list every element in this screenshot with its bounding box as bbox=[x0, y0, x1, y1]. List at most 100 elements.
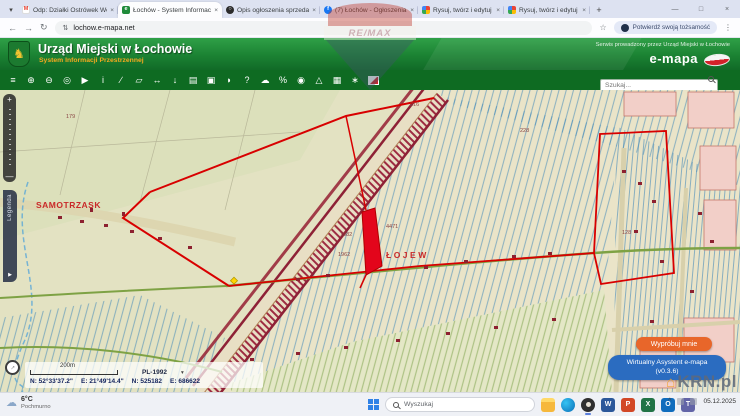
taskbar-date[interactable]: 05.12.2025 bbox=[703, 398, 736, 405]
address-bar: ← → ↻ ⇅ lochow.e-mapa.net ☆ Potwierdź sw… bbox=[0, 18, 740, 38]
close-icon[interactable]: × bbox=[410, 7, 414, 14]
parcel-label: 179 bbox=[66, 114, 75, 120]
composition-icon[interactable]: ▦ bbox=[328, 70, 346, 90]
cloud-icon[interactable]: ☁ bbox=[256, 70, 274, 90]
search-parcel-icon[interactable]: ◉ bbox=[292, 70, 310, 90]
volume-icon[interactable] bbox=[690, 398, 698, 405]
word-icon[interactable]: W bbox=[601, 397, 615, 412]
close-icon[interactable]: × bbox=[312, 7, 316, 14]
powerpoint-icon[interactable]: P bbox=[621, 397, 635, 412]
download-icon[interactable]: ↓ bbox=[166, 70, 184, 90]
tab-title: Łochów - System Informac... bbox=[133, 6, 212, 14]
measure-line-icon[interactable]: ∕ bbox=[112, 70, 130, 90]
compass-button[interactable]: → bbox=[5, 360, 20, 375]
tab-drawings-2[interactable]: Rysuj, twórz i edytuj w ap... × bbox=[504, 2, 590, 18]
edge-icon[interactable] bbox=[561, 397, 575, 412]
tab-facebook[interactable]: f (7) Łochów - Ogłoszenia... × bbox=[320, 2, 418, 18]
chevron-down-icon: ▾ bbox=[180, 370, 184, 376]
parcel-label: 4471 bbox=[386, 224, 398, 230]
forward-icon[interactable]: → bbox=[24, 23, 33, 33]
help-icon[interactable]: ? bbox=[238, 70, 256, 90]
village-label-lojew: ŁOJEW bbox=[386, 250, 429, 260]
crs-label: PL-1992 bbox=[142, 369, 167, 376]
tab-listing[interactable]: ○ Opis ogłoszenia sprzedaży × bbox=[222, 2, 320, 18]
panels-icon[interactable]: ▣ bbox=[202, 70, 220, 90]
alert-icon[interactable]: △ bbox=[310, 70, 328, 90]
weather-widget[interactable]: ☁ 6°C Pochmurno bbox=[6, 396, 51, 410]
close-window-button[interactable]: × bbox=[714, 6, 740, 13]
map-search bbox=[600, 74, 718, 92]
parcel-label: 1982 bbox=[340, 232, 352, 238]
maximize-button[interactable]: □ bbox=[688, 6, 714, 13]
zoom-out-icon[interactable]: ⊖ bbox=[40, 70, 58, 90]
crs-selector[interactable]: PL-1992 ▾ bbox=[142, 369, 184, 376]
tab-search-chevron-icon[interactable]: ▾ bbox=[4, 3, 18, 17]
legend-panel-label: Legenda bbox=[7, 194, 13, 221]
zoom-slider[interactable]: + — bbox=[3, 94, 16, 182]
browser-menu-icon[interactable]: ⋮ bbox=[724, 23, 732, 32]
full-extent-icon[interactable]: ◎ bbox=[58, 70, 76, 90]
print-icon[interactable]: ▤ bbox=[184, 70, 202, 90]
measure-area-icon[interactable]: ▱ bbox=[130, 70, 148, 90]
reload-icon[interactable]: ↻ bbox=[40, 22, 48, 33]
browser-app-icon[interactable] bbox=[581, 397, 595, 415]
drawings-icon bbox=[508, 6, 516, 14]
close-icon[interactable]: × bbox=[110, 7, 114, 14]
tab-emapa[interactable]: e Łochów - System Informac... × bbox=[118, 2, 222, 18]
tray-chevron-icon[interactable]: ^ bbox=[668, 398, 671, 405]
site-settings-icon[interactable]: ⇅ bbox=[63, 24, 69, 32]
share-icon[interactable]: ∗ bbox=[346, 70, 364, 90]
map-canvas[interactable]: SAMOTRZASK ŁOJEW 179 216 228 4471 1962 1… bbox=[0, 90, 740, 392]
close-icon[interactable]: × bbox=[582, 7, 586, 14]
zoom-in-control[interactable]: + bbox=[3, 95, 16, 104]
browser-tab-strip: ▾ M Odp: Działki Ostrówek Wo... × e Łoch… bbox=[0, 0, 740, 18]
parcel-label: 216 bbox=[410, 102, 419, 108]
emapa-brand: e-mapa bbox=[649, 51, 698, 66]
percent-icon[interactable]: % bbox=[274, 70, 292, 90]
tab-drawings-1[interactable]: Rysuj, twórz i edytuj w ap... × bbox=[418, 2, 504, 18]
start-button[interactable] bbox=[368, 399, 379, 410]
file-explorer-icon[interactable] bbox=[541, 397, 555, 412]
tab-title: Rysuj, twórz i edytuj w ap... bbox=[433, 6, 493, 14]
identity-confirm-button[interactable]: Potwierdź swoją tożsamość bbox=[613, 21, 717, 34]
url-field[interactable]: ⇅ lochow.e-mapa.net bbox=[54, 20, 593, 35]
comment-icon[interactable]: ◗ bbox=[220, 70, 238, 90]
back-icon[interactable]: ← bbox=[8, 23, 17, 33]
tab-gmail[interactable]: M Odp: Działki Ostrówek Wo... × bbox=[18, 2, 118, 18]
service-note: Serwis prowadzony przez Urząd Miejski w … bbox=[595, 42, 730, 48]
map-viewport[interactable]: SAMOTRZASK ŁOJEW 179 216 228 4471 1962 1… bbox=[0, 90, 740, 392]
tab-title: Rysuj, twórz i edytuj w ap... bbox=[519, 6, 579, 14]
search-icon[interactable] bbox=[708, 76, 714, 82]
zoom-in-icon[interactable]: ⊕ bbox=[22, 70, 40, 90]
zoom-track[interactable] bbox=[8, 109, 11, 165]
pointer-icon[interactable]: ▶ bbox=[76, 70, 94, 90]
parcel-label: 1962 bbox=[338, 252, 350, 258]
excel-icon[interactable]: X bbox=[641, 397, 655, 412]
facebook-icon: f bbox=[324, 6, 332, 14]
tab-title: Opis ogłoszenia sprzedaży bbox=[237, 6, 310, 14]
close-icon[interactable]: × bbox=[214, 7, 218, 14]
scale-label: 200m bbox=[60, 363, 76, 369]
assistant-try-button[interactable]: Wypróbuj mnie bbox=[636, 337, 712, 351]
map-toolbar: ≡ ⊕ ⊖ ◎ ▶ i ∕ ▱ ↔ ↓ ▤ ▣ ◗ ? ☁ % ◉ △ ▦ ∗ bbox=[0, 70, 740, 92]
info-icon[interactable]: i bbox=[94, 70, 112, 90]
flag-icon[interactable] bbox=[368, 75, 379, 85]
screen: ▾ M Odp: Działki Ostrówek Wo... × e Łoch… bbox=[0, 0, 740, 416]
zoom-out-control[interactable]: — bbox=[3, 172, 16, 181]
assistant-button[interactable]: Wirtualny Asystent e-mapa (v0.3.6) bbox=[608, 355, 726, 380]
minimize-button[interactable]: — bbox=[662, 6, 688, 13]
new-tab-button[interactable]: + bbox=[592, 3, 606, 17]
drawings-icon bbox=[422, 6, 430, 14]
emapa-logo-icon bbox=[703, 52, 731, 68]
legend-panel-tab[interactable]: Legenda ▶ bbox=[3, 190, 17, 282]
taskbar-search[interactable]: Wyszukaj bbox=[385, 397, 535, 412]
pan-icon[interactable]: ↔ bbox=[148, 70, 166, 90]
layers-icon[interactable]: ≡ bbox=[4, 70, 22, 90]
network-icon[interactable] bbox=[677, 398, 685, 405]
close-icon[interactable]: × bbox=[496, 7, 500, 14]
map-status-bar: 200m PL-1992 ▾ N: 52°33'37.2" E: 21°49'14… bbox=[25, 362, 263, 388]
bookmark-star-icon[interactable]: ☆ bbox=[599, 23, 606, 32]
compass-arrow-icon: → bbox=[7, 362, 18, 373]
windows-taskbar: ☁ 6°C Pochmurno Wyszukaj W P X O T ^ 05.… bbox=[0, 392, 740, 416]
tab-title: (7) Łochów - Ogłoszenia... bbox=[335, 6, 408, 14]
